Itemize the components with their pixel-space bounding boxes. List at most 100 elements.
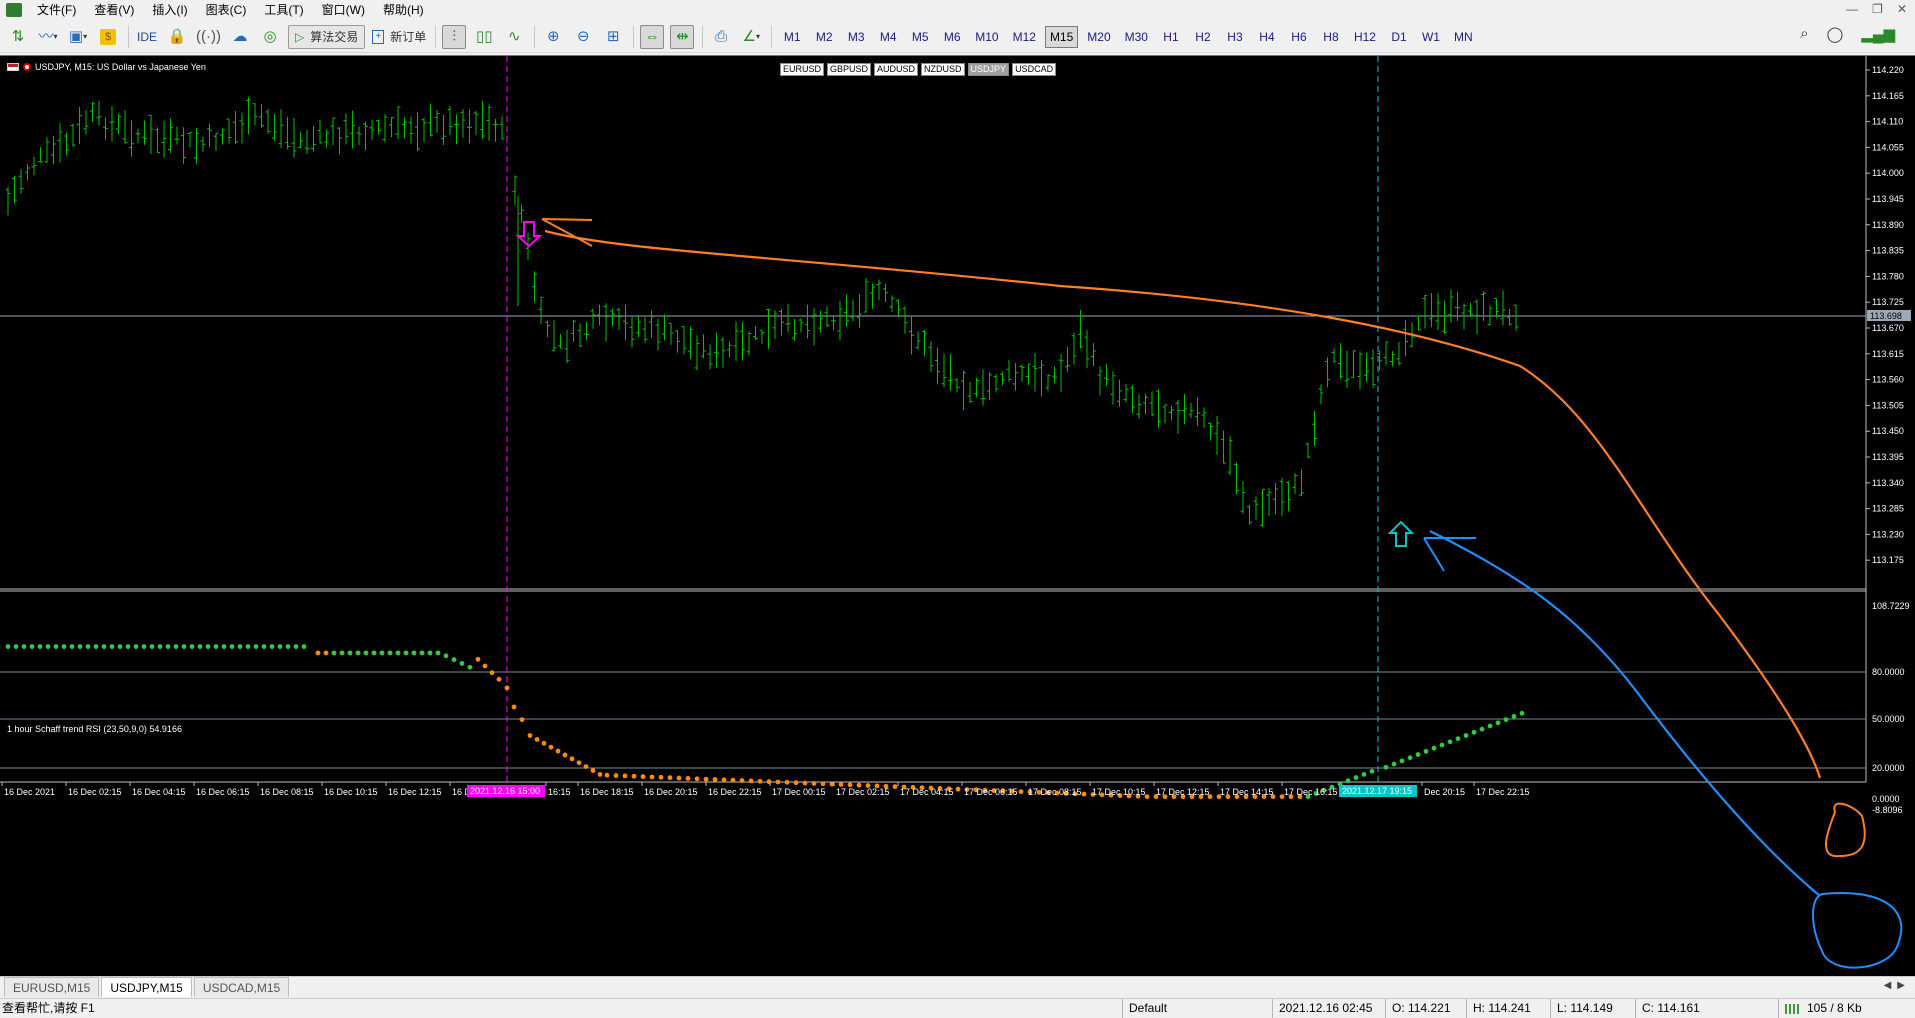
rsi-dot xyxy=(1081,791,1087,797)
status-open: O: 114.221 xyxy=(1385,999,1451,1018)
price-bar xyxy=(779,309,784,336)
rsi-dot xyxy=(519,717,525,723)
chart-tab-usdjpy[interactable]: USDJPY,M15 xyxy=(101,977,192,997)
zoom-out-icon[interactable]: ⊖ xyxy=(571,25,595,49)
menu-window[interactable]: 窗口(W) xyxy=(313,0,374,20)
timeframe-h4[interactable]: H4 xyxy=(1253,26,1281,48)
timeframe-m30[interactable]: M30 xyxy=(1120,26,1153,48)
price-bar xyxy=(954,378,960,393)
timeframe-h3[interactable]: H3 xyxy=(1221,26,1249,48)
algo-trading-button[interactable]: ▷ 算法交易 xyxy=(287,24,366,49)
scroll-right-icon[interactable]: ▶ xyxy=(1897,980,1905,991)
price-bar xyxy=(519,204,524,223)
dollar-icon[interactable]: $ xyxy=(96,25,120,49)
cloud-icon[interactable]: ☁ xyxy=(228,25,252,49)
chart-shift-icon[interactable]: ⇹ xyxy=(670,24,695,49)
line-chart-icon[interactable]: ∿ xyxy=(502,25,526,49)
indicators-icon[interactable]: ∠ ▾ xyxy=(739,25,763,49)
signal-icon[interactable]: ((·)) xyxy=(195,25,222,49)
price-bar xyxy=(363,121,368,151)
indicator-level-label: 50.0000 xyxy=(1872,714,1905,724)
symbol-tab-usdjpy[interactable]: USDJPY xyxy=(967,63,1010,76)
tile-windows-icon[interactable]: ⊞ xyxy=(601,25,625,49)
price-bar xyxy=(480,100,485,139)
price-label: 113.945 xyxy=(1872,194,1904,204)
symbol-tab-nzdusd[interactable]: NZDUSD xyxy=(921,63,965,76)
chart-type-icon[interactable]: 〰 ▾ xyxy=(36,25,60,49)
rsi-dot xyxy=(504,685,510,691)
close-icon[interactable]: ✕ xyxy=(1897,2,1907,16)
price-bar xyxy=(499,116,505,140)
timeframe-h2[interactable]: H2 xyxy=(1189,26,1217,48)
price-bar xyxy=(1513,304,1519,331)
price-bar xyxy=(1117,379,1122,407)
vps-icon[interactable]: ◎ xyxy=(258,25,282,49)
price-bar xyxy=(610,308,615,327)
rsi-dot xyxy=(277,644,283,649)
price-bar xyxy=(798,318,804,333)
timeframe-d1[interactable]: D1 xyxy=(1385,26,1413,48)
timeframe-h1[interactable]: H1 xyxy=(1157,26,1185,48)
timeframe-m5[interactable]: M5 xyxy=(906,26,934,48)
rsi-dot xyxy=(1439,742,1445,748)
timeframe-m10[interactable]: M10 xyxy=(970,26,1003,48)
rsi-dot xyxy=(730,777,736,783)
price-bar xyxy=(915,331,921,350)
lock-icon[interactable]: 🔒 xyxy=(165,25,189,49)
price-bar xyxy=(629,316,635,348)
chart-tab-eurusd[interactable]: EURUSD,M15 xyxy=(4,977,100,997)
status-datetime: 2021.12.16 02:45 xyxy=(1272,999,1372,1018)
account-icon[interactable]: ◯ xyxy=(1827,25,1844,43)
restore-icon[interactable]: ❐ xyxy=(1872,2,1883,16)
price-bar xyxy=(1357,351,1363,390)
search-icon[interactable]: ⌕ xyxy=(1800,25,1808,43)
symbol-tab-eurusd[interactable]: EURUSD xyxy=(780,63,825,76)
auto-scroll-icon[interactable]: ⇔ xyxy=(640,24,665,49)
timeframe-m1[interactable]: M1 xyxy=(778,26,806,48)
symbol-tab-gbpusd[interactable]: GBPUSD xyxy=(827,63,872,76)
timeframe-m2[interactable]: M2 xyxy=(810,26,838,48)
signal-strength-icon[interactable]: ▂▄▆ xyxy=(1861,25,1895,43)
zoom-in-icon[interactable]: ⊕ xyxy=(541,25,565,49)
menu-help[interactable]: 帮助(H) xyxy=(374,0,433,20)
candle-chart-icon[interactable]: ▯▯ xyxy=(472,25,496,49)
timeframe-h8[interactable]: H8 xyxy=(1317,26,1345,48)
screenshot-icon[interactable]: ⎙ xyxy=(709,25,733,49)
menu-tools[interactable]: 工具(T) xyxy=(255,0,312,20)
price-bar xyxy=(1045,374,1051,391)
price-bar xyxy=(96,100,102,126)
timeframe-m15[interactable]: M15 xyxy=(1044,25,1079,48)
chart-tab-usdcad[interactable]: USDCAD,M15 xyxy=(193,977,290,997)
rsi-dot xyxy=(213,644,219,649)
symbol-tab-usdcad[interactable]: USDCAD xyxy=(1012,63,1057,76)
menu-insert[interactable]: 插入(I) xyxy=(143,0,196,20)
menu-file[interactable]: 文件(F) xyxy=(28,0,85,20)
timeframe-m3[interactable]: M3 xyxy=(842,26,870,48)
timeframe-w1[interactable]: W1 xyxy=(1417,26,1445,48)
timeframe-m4[interactable]: M4 xyxy=(874,26,902,48)
symbol-tab-audusd[interactable]: AUDUSD xyxy=(874,63,919,76)
timeframe-h6[interactable]: H6 xyxy=(1285,26,1313,48)
menu-view[interactable]: 查看(V) xyxy=(85,0,143,20)
ide-button[interactable]: IDE xyxy=(135,25,159,49)
scroll-left-icon[interactable]: ◀ xyxy=(1884,980,1892,991)
timeframe-h12[interactable]: H12 xyxy=(1349,26,1381,48)
timeframe-m6[interactable]: M6 xyxy=(938,26,966,48)
minimize-icon[interactable]: — xyxy=(1846,2,1858,16)
timeframe-mn[interactable]: MN xyxy=(1449,26,1478,48)
bar-chart-icon[interactable]: ⫶ xyxy=(442,24,467,49)
templates-icon[interactable]: ▣ ▾ xyxy=(66,25,90,49)
chart-window[interactable]: 114.220 114.165 114.110 114.055 114.000 113.9… xyxy=(0,55,1915,976)
new-chart-icon[interactable]: ⇅ xyxy=(6,25,30,49)
indicator-level-label: 80.0000 xyxy=(1872,667,1905,677)
new-order-button[interactable]: + 新订单 xyxy=(371,25,427,49)
time-label: 17 Dec 10:15 xyxy=(1092,787,1146,797)
price-bar xyxy=(922,329,927,357)
orange-circle-mark xyxy=(1824,802,1866,858)
menu-charts[interactable]: 图表(C) xyxy=(197,0,256,20)
rsi-dot xyxy=(173,644,179,649)
price-bar xyxy=(1214,415,1220,455)
timeframe-m20[interactable]: M20 xyxy=(1082,26,1115,48)
price-chart[interactable]: 114.220 114.165 114.110 114.055 114.000 113.9… xyxy=(0,56,1915,977)
timeframe-m12[interactable]: M12 xyxy=(1008,26,1041,48)
